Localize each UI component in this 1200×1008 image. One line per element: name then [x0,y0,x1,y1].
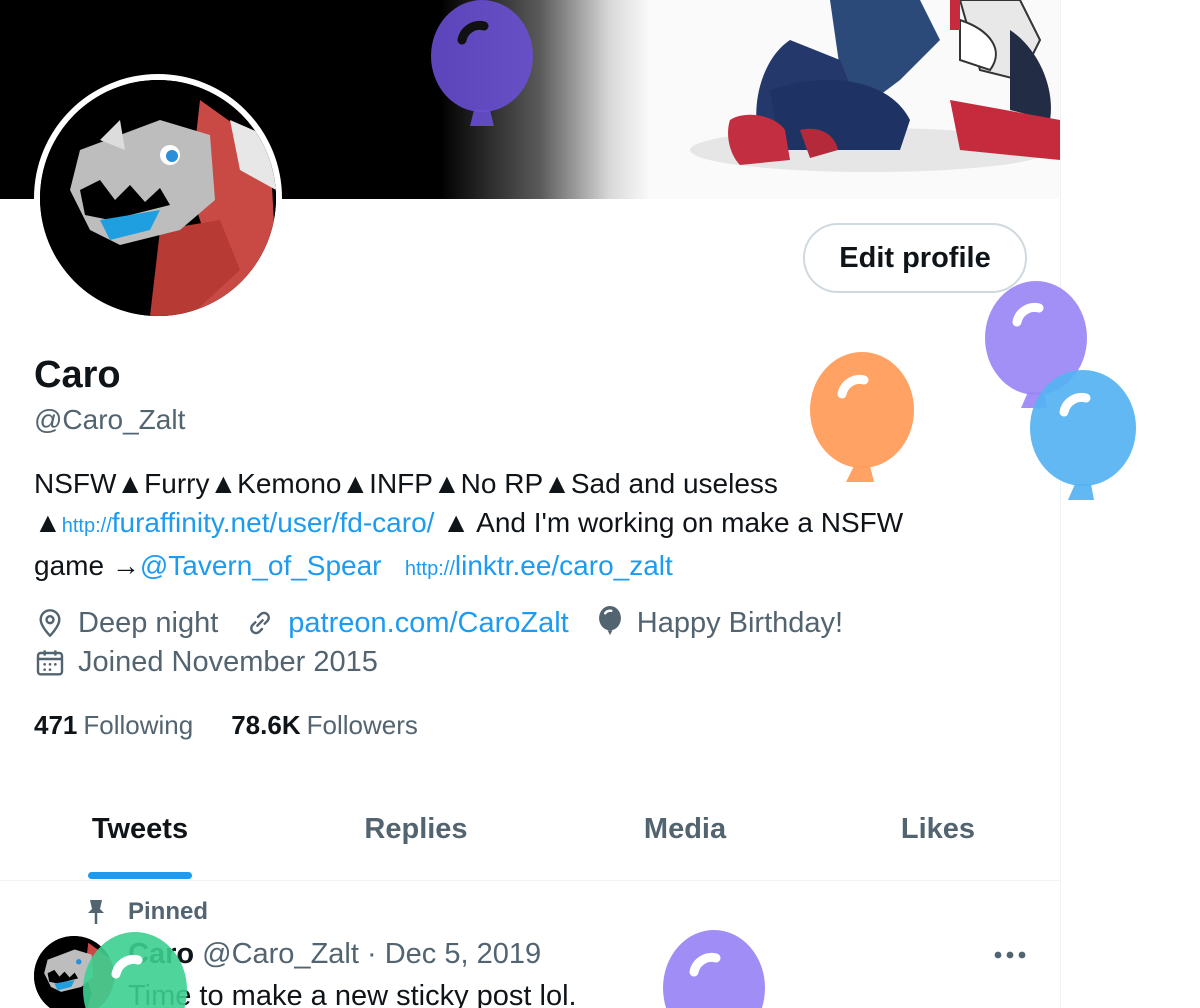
bio-text: game → [34,550,140,581]
bio-line-3: game →@Tavern_of_Spear http://linktr.ee/… [34,546,1034,589]
followers-stat[interactable]: 78.6K Followers [231,710,418,741]
tweet-date[interactable]: Dec 5, 2019 [385,938,541,970]
location-pin-icon [39,609,61,638]
birthday-text: Happy Birthday! [636,606,844,639]
pin-icon [88,900,104,924]
profile-stats: 471 Following 78.6K Followers [34,710,456,741]
following-stat[interactable]: 471 Following [34,710,193,741]
profile-meta-row: Deep night patreon.com/CaroZalt Happy Bi… [34,606,869,640]
bio-link-furaffinity[interactable]: http://furaffinity.net/user/fd-caro/ [62,507,435,538]
more-dots-icon [994,951,1026,959]
bio-link-text: linktr.ee/caro_zalt [454,550,673,581]
profile-birthday: Happy Birthday! [595,606,843,640]
banner-artwork [660,0,1060,199]
bio-text: ▲ And I'm working on make a NSFW [434,507,904,538]
bio-link-text: furaffinity.net/user/fd-caro/ [111,507,435,538]
bio-link-protocol: http:// [404,558,455,580]
balloon-purple-banner [431,0,533,126]
following-label: Following [83,710,194,740]
tab-tweets[interactable]: Tweets [40,778,240,880]
bio-mention[interactable]: @Tavern_of_Spear [140,550,382,581]
website-link[interactable]: patreon.com/CaroZalt [288,607,568,640]
profile-tabs: Tweets Replies Media Likes [0,778,1060,881]
tweet-more-button[interactable] [990,940,1030,970]
link-icon [250,611,271,635]
profile-joined-row: Joined November 2015 [34,646,404,679]
profile-handle: @Caro_Zalt [34,404,186,435]
bio-line-2: ▲http://furaffinity.net/user/fd-caro/ ▲ … [34,503,1034,546]
profile-website[interactable]: patreon.com/CaroZalt [244,607,569,640]
followers-count: 78.6K [231,710,301,740]
following-count: 471 [34,710,78,740]
tab-media[interactable]: Media [585,778,785,880]
balloon-green [83,932,187,1008]
profile-location: Deep night [34,607,218,640]
balloon-orange [810,352,914,482]
calendar-icon [36,649,64,676]
bio-link-linktree[interactable]: http://linktr.ee/caro_zalt [405,550,673,581]
tweet-author-handle[interactable]: @Caro_Zalt [202,938,359,970]
tweet-separator: · [366,938,377,970]
balloon-purple-bottom [663,930,765,1008]
pinned-label: Pinned [128,898,209,925]
avatar-image [40,80,276,316]
tab-replies[interactable]: Replies [316,778,516,880]
active-tab-indicator [88,872,192,879]
profile-joined: Joined November 2015 [34,646,378,679]
followers-label: Followers [306,710,418,740]
balloon-blue [1030,370,1136,500]
pinned-indicator: Pinned [84,898,208,926]
profile-display-name: Caro [34,354,121,396]
profile-avatar[interactable] [34,74,282,322]
bio-link-protocol: http:// [61,515,112,537]
joined-text: Joined November 2015 [78,646,378,678]
balloon-icon [598,606,621,636]
tab-likes[interactable]: Likes [838,778,1038,880]
profile-column: Edit profile Caro @Caro_Zalt NSFW▲Furry▲… [0,0,1061,1008]
location-text: Deep night [78,606,219,639]
tweet-text: Time to make a new sticky post lol. [128,980,577,1008]
bio-separator: ▲ [34,507,62,538]
